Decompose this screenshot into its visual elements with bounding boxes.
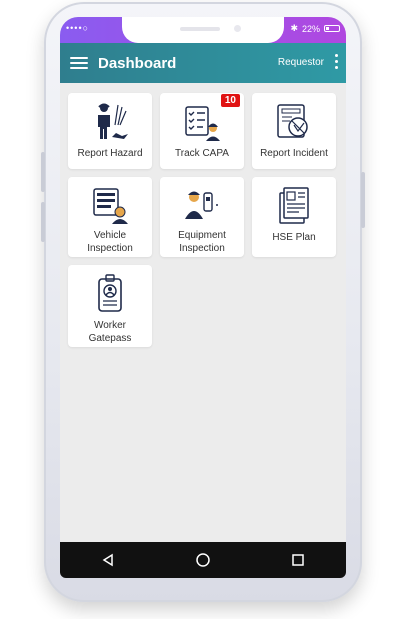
tile-report-incident[interactable]: Report Incident [252, 93, 336, 169]
home-icon[interactable] [188, 545, 218, 575]
notification-badge: 10 [220, 94, 240, 107]
equipment-inspection-icon [185, 191, 218, 219]
power-button [361, 172, 365, 228]
hamburger-icon[interactable] [70, 57, 88, 69]
tile-label-line1: Worker [93, 320, 127, 331]
tile-hse-plan[interactable]: HSE Plan [252, 177, 336, 257]
app-bar: Dashboard Requestor [60, 43, 346, 83]
volume-button-2 [41, 202, 45, 242]
tile-label: HSE Plan [272, 232, 316, 243]
speaker-grille [180, 27, 220, 31]
tile-vehicle-inspection[interactable]: Vehicle Inspection [68, 177, 152, 257]
tile-report-hazard[interactable]: Report Hazard [68, 93, 152, 169]
kebab-icon[interactable] [335, 54, 338, 69]
status-bar: ••••○ ✱ 22% [60, 17, 346, 43]
worker-hazard-icon [98, 103, 128, 139]
android-nav-bar [60, 542, 346, 578]
role-label[interactable]: Requestor [278, 57, 324, 68]
incident-report-icon [277, 104, 308, 138]
phone-screen: ••••○ ✱ 22% Dashboard Requestor Report H… [60, 17, 346, 578]
tile-label-line2: Inspection [87, 243, 133, 254]
tile-label: Report Hazard [77, 148, 143, 159]
camera-notch [122, 17, 284, 43]
tile-label: Report Incident [260, 148, 328, 159]
tile-label: Track CAPA [175, 148, 229, 159]
tile-label-line2: Inspection [179, 243, 225, 254]
id-badge-icon [98, 274, 122, 312]
bluetooth-icon: ✱ [290, 23, 298, 33]
hse-plan-document-icon [279, 187, 309, 224]
tile-worker-gatepass[interactable]: Worker Gatepass [68, 265, 152, 347]
tile-track-capa[interactable]: 10 Track CAPA [160, 93, 244, 169]
back-icon[interactable] [93, 545, 123, 575]
battery-percent: 22% [301, 23, 320, 34]
checklist-worker-icon [185, 106, 220, 141]
volume-button [41, 152, 45, 192]
page-title: Dashboard [98, 54, 177, 72]
recents-icon[interactable] [283, 545, 313, 575]
signal-indicator: ••••○ [66, 23, 90, 33]
tile-equipment-inspection[interactable]: Equipment Inspection [160, 177, 244, 257]
tile-label-line2: Gatepass [88, 333, 132, 344]
status-right: ✱ 22% [290, 23, 340, 34]
vehicle-inspection-icon [93, 188, 128, 224]
battery-icon [324, 25, 340, 32]
tile-label-line1: Vehicle [93, 230, 127, 241]
tile-label-line1: Equipment [178, 230, 226, 241]
front-camera [234, 25, 241, 32]
